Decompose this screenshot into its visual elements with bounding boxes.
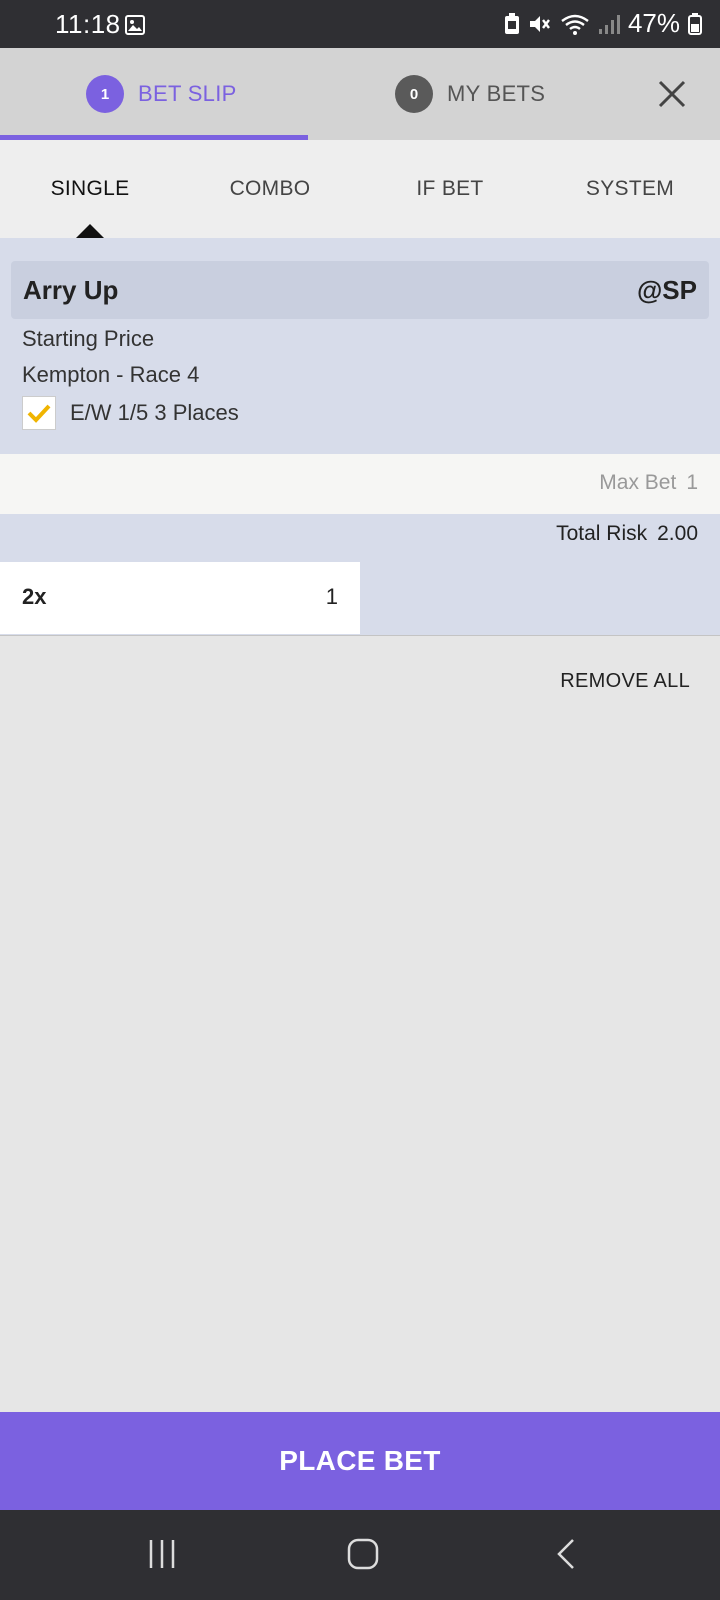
tab-my-bets[interactable]: 0 MY BETS (395, 48, 545, 140)
active-subtab-arrow (76, 224, 104, 238)
each-way-option[interactable]: E/W 1/5 3 Places (22, 396, 239, 430)
max-bet-label: Max Bet (599, 471, 677, 494)
tab-if-bet[interactable]: IF BET (360, 140, 540, 238)
each-way-checkbox[interactable] (22, 396, 56, 430)
stake-multiplier: 2x (22, 584, 47, 609)
tab-bet-slip[interactable]: 1 BET SLIP (86, 48, 237, 140)
selection-header: Arry Up @SP (11, 261, 709, 319)
bet-slip-label: BET SLIP (138, 81, 237, 106)
tab-system-label: SYSTEM (585, 177, 675, 200)
image-icon (125, 15, 145, 35)
home-icon[interactable] (347, 1538, 379, 1570)
total-risk-info: Total Risk 2.00 (556, 522, 698, 546)
system-nav-bar (0, 1510, 720, 1600)
recent-apps-icon[interactable] (147, 1538, 177, 1570)
risk-section: Total Risk 2.00 2x 1 (0, 514, 720, 636)
selection-name: Arry Up (23, 275, 119, 305)
status-time: 11:18 (55, 9, 121, 39)
mute-icon (529, 15, 550, 32)
bet-header: 1 BET SLIP 0 MY BETS (0, 48, 720, 140)
checkmark-icon (27, 404, 51, 423)
my-bets-count-badge: 0 (395, 75, 433, 113)
bet-type-tabs: SINGLE COMBO IF BET SYSTEM (0, 140, 720, 238)
bet-selection-card: Arry Up @SP Starting Price Kempton - Rac… (0, 238, 720, 454)
remove-all-button[interactable]: REMOVE ALL (560, 670, 690, 693)
tab-combo[interactable]: COMBO (180, 140, 360, 238)
max-bet-value: 1 (686, 471, 698, 494)
total-risk-value: 2.00 (657, 522, 698, 545)
battery-percent: 47% (627, 8, 680, 38)
my-bets-label: MY BETS (447, 81, 546, 106)
status-bar: 11:18 47% (0, 0, 720, 48)
close-icon[interactable] (658, 80, 686, 108)
max-bet-info: Max Bet 1 (599, 471, 698, 495)
status-icons: 47% (504, 8, 702, 39)
tab-system[interactable]: SYSTEM (540, 140, 720, 238)
bet-slip-count-badge: 1 (86, 75, 124, 113)
total-risk-label: Total Risk (556, 522, 648, 545)
stake-input[interactable]: 2x 1 (0, 562, 360, 634)
event-name: Kempton - Race 4 (22, 362, 200, 387)
tab-combo-label: COMBO (229, 177, 311, 200)
each-way-label: E/W 1/5 3 Places (70, 400, 239, 425)
tab-single-label: SINGLE (50, 177, 130, 200)
tab-if-bet-label: IF BET (416, 177, 484, 200)
battery-saver-icon (504, 12, 519, 34)
max-bet-row: Max Bet 1 (0, 454, 720, 514)
place-bet-button[interactable]: PLACE BET (0, 1412, 720, 1510)
price-type: Starting Price (22, 326, 155, 351)
battery-icon (688, 12, 702, 35)
wifi-icon (561, 14, 589, 35)
back-icon[interactable] (555, 1538, 577, 1570)
signal-icon (598, 14, 620, 34)
stake-value: 1 (325, 584, 338, 609)
tab-single[interactable]: SINGLE (0, 140, 180, 238)
selection-odds: @SP (636, 275, 697, 305)
